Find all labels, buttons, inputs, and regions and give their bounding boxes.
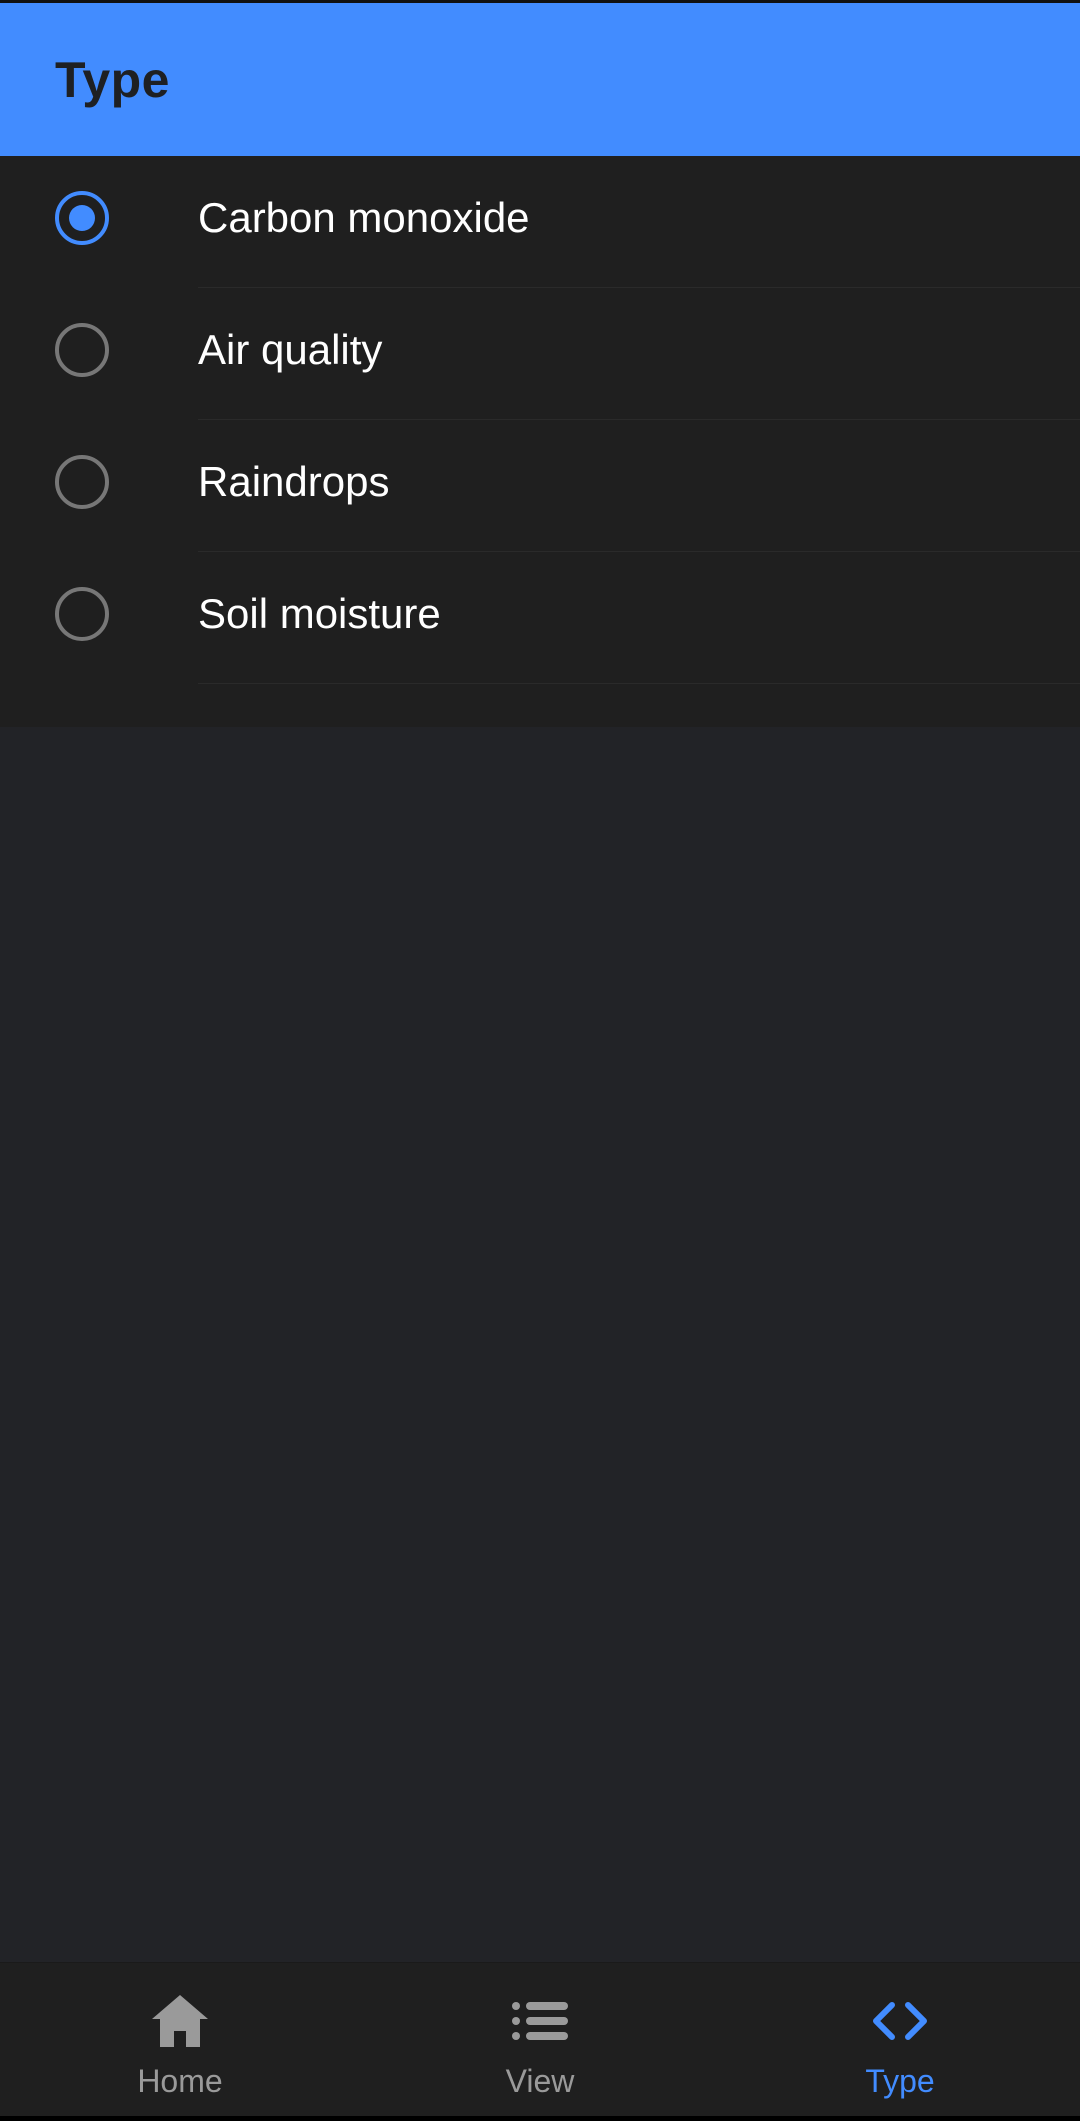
nav-item-home[interactable]: Home <box>0 1963 360 2117</box>
radio-label: Carbon monoxide <box>198 194 530 241</box>
page-title: Type <box>55 51 170 108</box>
radio-checked-icon[interactable] <box>55 191 109 245</box>
screen: Type Carbon monoxide Air quality Raindro… <box>0 0 1080 2121</box>
radio-unchecked-icon[interactable] <box>55 587 109 641</box>
nav-label-home: Home <box>137 2063 223 2099</box>
nav-item-type[interactable]: Type <box>720 1963 1080 2117</box>
radio-unchecked-icon[interactable] <box>55 455 109 509</box>
app-bar: Type <box>0 3 1080 156</box>
radio-label: Air quality <box>198 326 383 373</box>
nav-label-type: Type <box>865 2063 935 2099</box>
radio-dot <box>69 205 95 231</box>
list-icon <box>512 2002 568 2040</box>
radio-label: Raindrops <box>198 458 390 505</box>
divider <box>198 683 1080 684</box>
nav-item-view[interactable]: View <box>360 1963 720 2117</box>
radio-label: Soil moisture <box>198 590 441 637</box>
radio-item-carbon-monoxide[interactable]: Carbon monoxide <box>0 156 1080 288</box>
bottom-edge <box>0 2116 1080 2121</box>
radio-unchecked-icon[interactable] <box>55 323 109 377</box>
radio-item-soil-moisture[interactable]: Soil moisture <box>0 552 1080 684</box>
bottom-navigation: Home View Type <box>0 1962 1080 2117</box>
radio-item-air-quality[interactable]: Air quality <box>0 288 1080 420</box>
type-radio-list: Carbon monoxide Air quality Raindrops So… <box>0 156 1080 727</box>
nav-label-view: View <box>505 2063 575 2099</box>
home-icon <box>152 1995 208 2047</box>
code-icon <box>873 2002 927 2040</box>
radio-item-raindrops[interactable]: Raindrops <box>0 420 1080 552</box>
